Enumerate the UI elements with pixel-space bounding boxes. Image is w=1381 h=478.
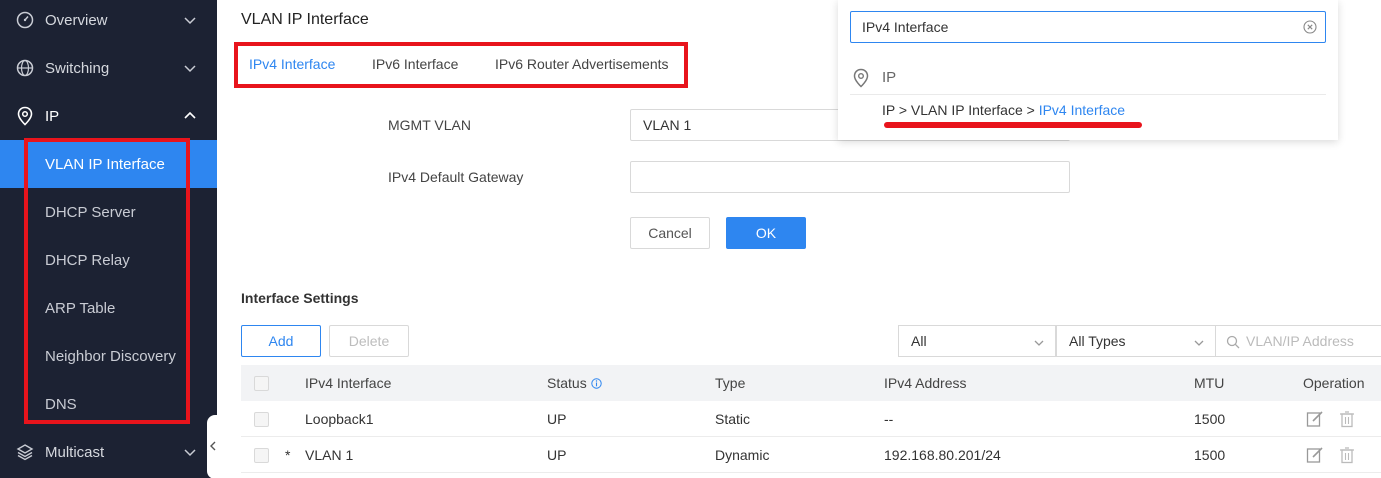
chevron-down-icon (183, 445, 197, 459)
globe-icon (15, 58, 35, 78)
edit-icon[interactable] (1305, 409, 1325, 429)
cell-mtu: 1500 (1194, 447, 1226, 463)
cell-interface: Loopback1 (305, 411, 374, 427)
column-header: Type (715, 375, 746, 391)
row-checkbox[interactable] (254, 448, 269, 463)
location-pin-icon (15, 106, 35, 126)
edit-icon[interactable] (1305, 445, 1325, 465)
sidebar-item-label: IP (45, 107, 60, 125)
row-marker: * (285, 447, 291, 463)
search-input[interactable]: VLAN/IP Address (1215, 325, 1381, 357)
section-title: Interface Settings (241, 290, 359, 306)
type-filter-value: All Types (1069, 333, 1126, 349)
sidebar-item-switching[interactable]: Switching (0, 44, 217, 92)
dashboard-icon (15, 10, 35, 30)
type-filter-select[interactable]: All Types (1056, 325, 1216, 357)
annotation-highlight-box (234, 42, 688, 88)
search-result-highlight: IPv4 Interface (1038, 102, 1126, 118)
cell-status: UP (547, 447, 567, 463)
cancel-button[interactable]: Cancel (630, 217, 710, 249)
chevron-down-icon (183, 61, 197, 75)
sidebar-item-label: Multicast (45, 443, 105, 461)
gateway-input[interactable] (630, 161, 1070, 193)
column-header: IPv4 Interface (305, 375, 392, 391)
chevron-down-icon (1033, 336, 1045, 348)
select-all-checkbox[interactable] (254, 376, 269, 391)
global-search-value: IPv4 Interface (862, 19, 949, 35)
cell-address: -- (884, 411, 894, 427)
delete-icon[interactable] (1337, 445, 1357, 465)
annotation-highlight-box (24, 138, 190, 424)
mgmt-vlan-label: MGMT VLAN (388, 117, 471, 133)
delete-icon[interactable] (1337, 409, 1357, 429)
status-filter-select[interactable]: All (898, 325, 1056, 357)
table-row: Loopback1 UP Static -- 1500 (241, 401, 1381, 437)
layers-icon (15, 442, 35, 462)
divider (850, 94, 1326, 95)
column-header-label: Status (547, 375, 587, 391)
search-popup: IPv4 Interface IP IP > VLAN IP Interface… (838, 0, 1338, 140)
chevron-left-icon (209, 439, 217, 455)
search-result-path: IP > VLAN IP Interface > (882, 102, 1039, 118)
column-header: MTU (1194, 375, 1225, 391)
cell-status: UP (547, 411, 567, 427)
cell-type: Static (715, 411, 751, 427)
row-checkbox[interactable] (254, 412, 269, 427)
cell-type: Dynamic (715, 447, 770, 463)
location-pin-icon (852, 68, 870, 88)
page-title: VLAN IP Interface (241, 11, 369, 28)
info-icon[interactable] (590, 376, 602, 392)
gateway-label: IPv4 Default Gateway (388, 169, 524, 185)
column-header: Status (547, 375, 602, 392)
search-result-item[interactable]: IP > VLAN IP Interface > IPv4 Interface (882, 102, 1125, 118)
cell-address: 192.168.80.201/24 (884, 447, 1001, 463)
sidebar-collapse-handle[interactable] (207, 415, 219, 478)
clear-icon[interactable] (1303, 20, 1317, 34)
cell-mtu: 1500 (1194, 411, 1226, 427)
mgmt-vlan-value: VLAN 1 (643, 117, 692, 133)
sidebar: Overview Switching IP VLAN IP Interface … (0, 0, 217, 478)
column-header: Operation (1303, 375, 1365, 391)
sidebar-item-label: Switching (45, 59, 110, 77)
search-placeholder: VLAN/IP Address (1246, 333, 1354, 349)
chevron-down-icon (183, 13, 197, 27)
chevron-up-icon (183, 109, 197, 123)
table-header: IPv4 Interface Status Type IPv4 Address … (241, 365, 1381, 401)
column-header: IPv4 Address (884, 375, 967, 391)
cell-interface: VLAN 1 (305, 447, 354, 463)
status-filter-value: All (911, 333, 927, 349)
sidebar-item-ip[interactable]: IP (0, 92, 217, 140)
search-group-label: IP (882, 69, 897, 86)
add-button[interactable]: Add (241, 325, 321, 357)
chevron-down-icon (1193, 336, 1205, 348)
delete-button[interactable]: Delete (329, 325, 409, 357)
search-icon (1226, 335, 1240, 349)
ok-button[interactable]: OK (726, 217, 806, 249)
sidebar-item-multicast[interactable]: Multicast (0, 428, 217, 476)
sidebar-item-label: Overview (45, 11, 108, 29)
table-row: * VLAN 1 UP Dynamic 192.168.80.201/24 15… (241, 437, 1381, 473)
annotation-underline (884, 122, 1142, 128)
global-search-input[interactable]: IPv4 Interface (850, 11, 1326, 43)
sidebar-item-overview[interactable]: Overview (0, 0, 217, 44)
